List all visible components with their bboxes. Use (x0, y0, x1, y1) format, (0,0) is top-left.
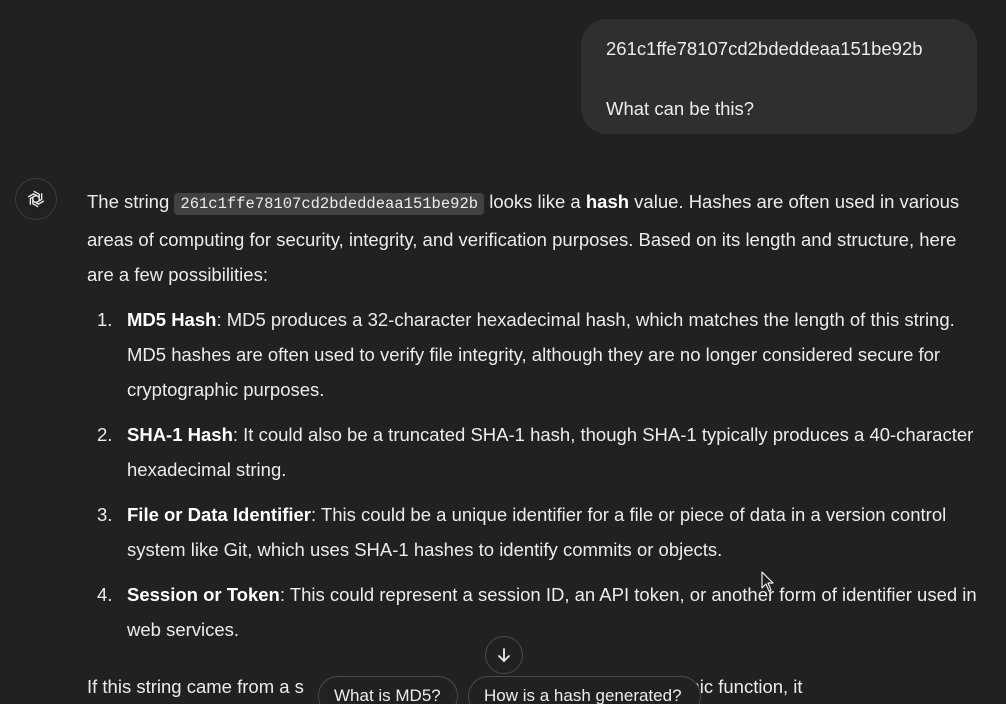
user-message-question: What can be this? (606, 98, 755, 119)
list-item-text: : MD5 produces a 32-character hexadecima… (127, 309, 955, 400)
mouse-cursor-icon (761, 571, 774, 592)
list-item: 4. Session or Token: This could represent… (87, 577, 987, 647)
possibilities-list: 1. MD5 Hash: MD5 produces a 32-character … (87, 302, 987, 647)
list-item: 1. MD5 Hash: MD5 produces a 32-character … (87, 302, 987, 407)
list-item: 3. File or Data Identifier: This could be… (87, 497, 987, 567)
list-item-text: : It could also be a truncated SHA-1 has… (127, 424, 974, 480)
scroll-to-bottom-button[interactable] (485, 636, 523, 674)
assistant-avatar (15, 178, 57, 220)
user-message-hash: 261c1ffe78107cd2bdeddeaa151be92b (606, 38, 923, 59)
assistant-intro: The string 261c1ffe78107cd2bdeddeaa151be… (87, 184, 987, 292)
list-item-title: Session or Token (127, 584, 280, 605)
inline-code-hash: 261c1ffe78107cd2bdeddeaa151be92b (174, 193, 485, 215)
list-item-number: 4. (97, 584, 113, 605)
list-item: 2. SHA-1 Hash: It could also be a truncat… (87, 417, 987, 487)
user-message-bubble: 261c1ffe78107cd2bdeddeaa151be92b What ca… (581, 19, 977, 134)
list-item-title: SHA-1 Hash (127, 424, 233, 445)
openai-logo-icon (27, 190, 45, 208)
chat-view: 261c1ffe78107cd2bdeddeaa151be92b What ca… (0, 0, 1006, 704)
list-item-title: MD5 Hash (127, 309, 217, 330)
list-item-number: 1. (97, 309, 113, 330)
list-item-number: 3. (97, 504, 113, 525)
intro-text-start: The string (87, 191, 175, 212)
suggestion-how-hash-generated[interactable]: How is a hash generated? (468, 676, 701, 704)
intro-bold-hash: hash (585, 191, 630, 212)
list-item-title: File or Data Identifier (127, 504, 312, 525)
intro-text-middle: looks like a (484, 191, 586, 212)
arrow-down-icon (498, 648, 510, 662)
suggestion-what-is-md5[interactable]: What is MD5? (318, 676, 458, 704)
list-item-number: 2. (97, 424, 113, 445)
assistant-message: The string 261c1ffe78107cd2bdeddeaa151be… (87, 184, 987, 657)
